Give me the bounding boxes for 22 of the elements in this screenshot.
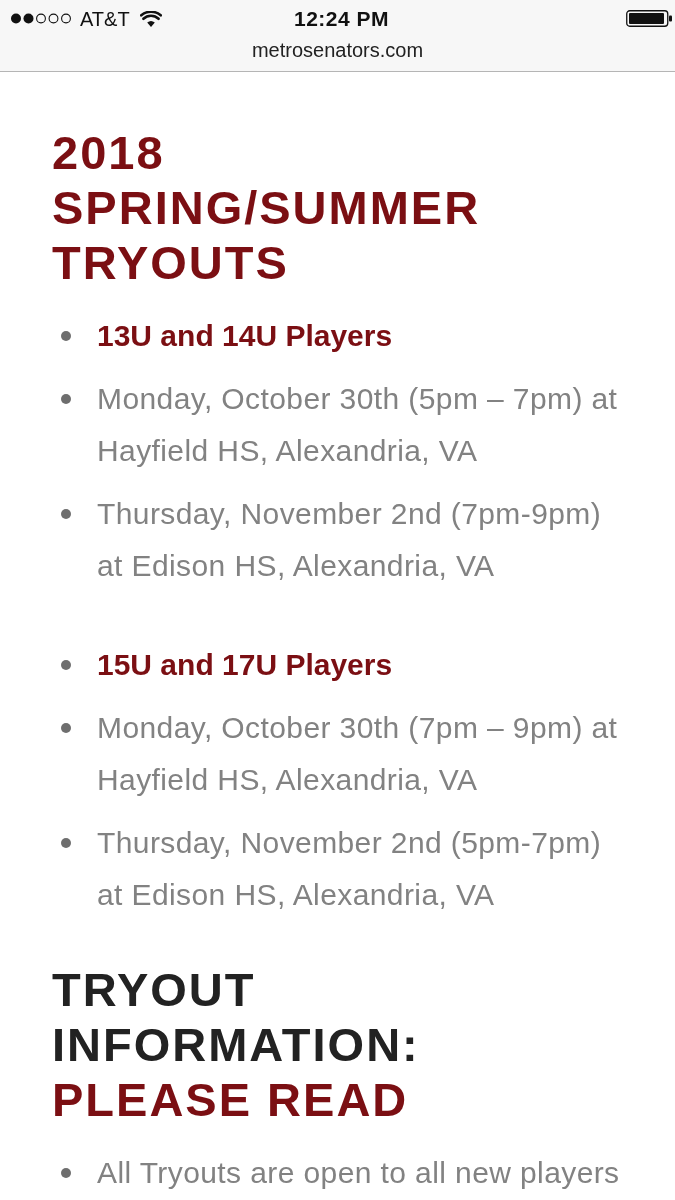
battery-icon: [626, 10, 672, 27]
bullet-icon: [61, 723, 71, 733]
list-item-text: Monday, October 30th (7pm – 9pm) at Hayfield HS, Alexandria, VA: [97, 710, 619, 798]
list-item-text: Monday, October 30th (5pm – 7pm) at Hayfield HS, Alexandria, VA: [97, 381, 619, 469]
wifi-icon: [139, 10, 162, 27]
bullet-icon: [61, 394, 71, 404]
signal-icon: [11, 13, 72, 24]
bullet-icon: [61, 660, 71, 670]
bullet-icon: [61, 1168, 71, 1178]
list-item-text: All Tryouts are open to all new players: [97, 1155, 621, 1191]
section-heading: 2018 SPRING/SUMMER TRYOUTS: [52, 125, 482, 290]
bullet-icon: [61, 331, 71, 341]
address-text[interactable]: metrosenators.com: [251, 37, 424, 63]
carrier-name: AT&T: [80, 8, 130, 29]
section-heading: TRYOUT INFORMATION: PLEASE READ: [52, 962, 421, 1127]
bullet-icon: [61, 509, 71, 519]
group-heading: 13U and 14U Players: [97, 318, 394, 354]
bullet-icon: [61, 838, 71, 848]
clock-time: 12:24 PM: [293, 8, 389, 29]
list-item-text: Thursday, November 2nd (5pm-7pm) at Edison HS, Alexandria, VA: [97, 825, 603, 913]
group-heading: 15U and 17U Players: [97, 647, 394, 683]
list-item-text: Thursday, November 2nd (7pm-9pm) at Edison HS, Alexandria, VA: [97, 496, 603, 584]
